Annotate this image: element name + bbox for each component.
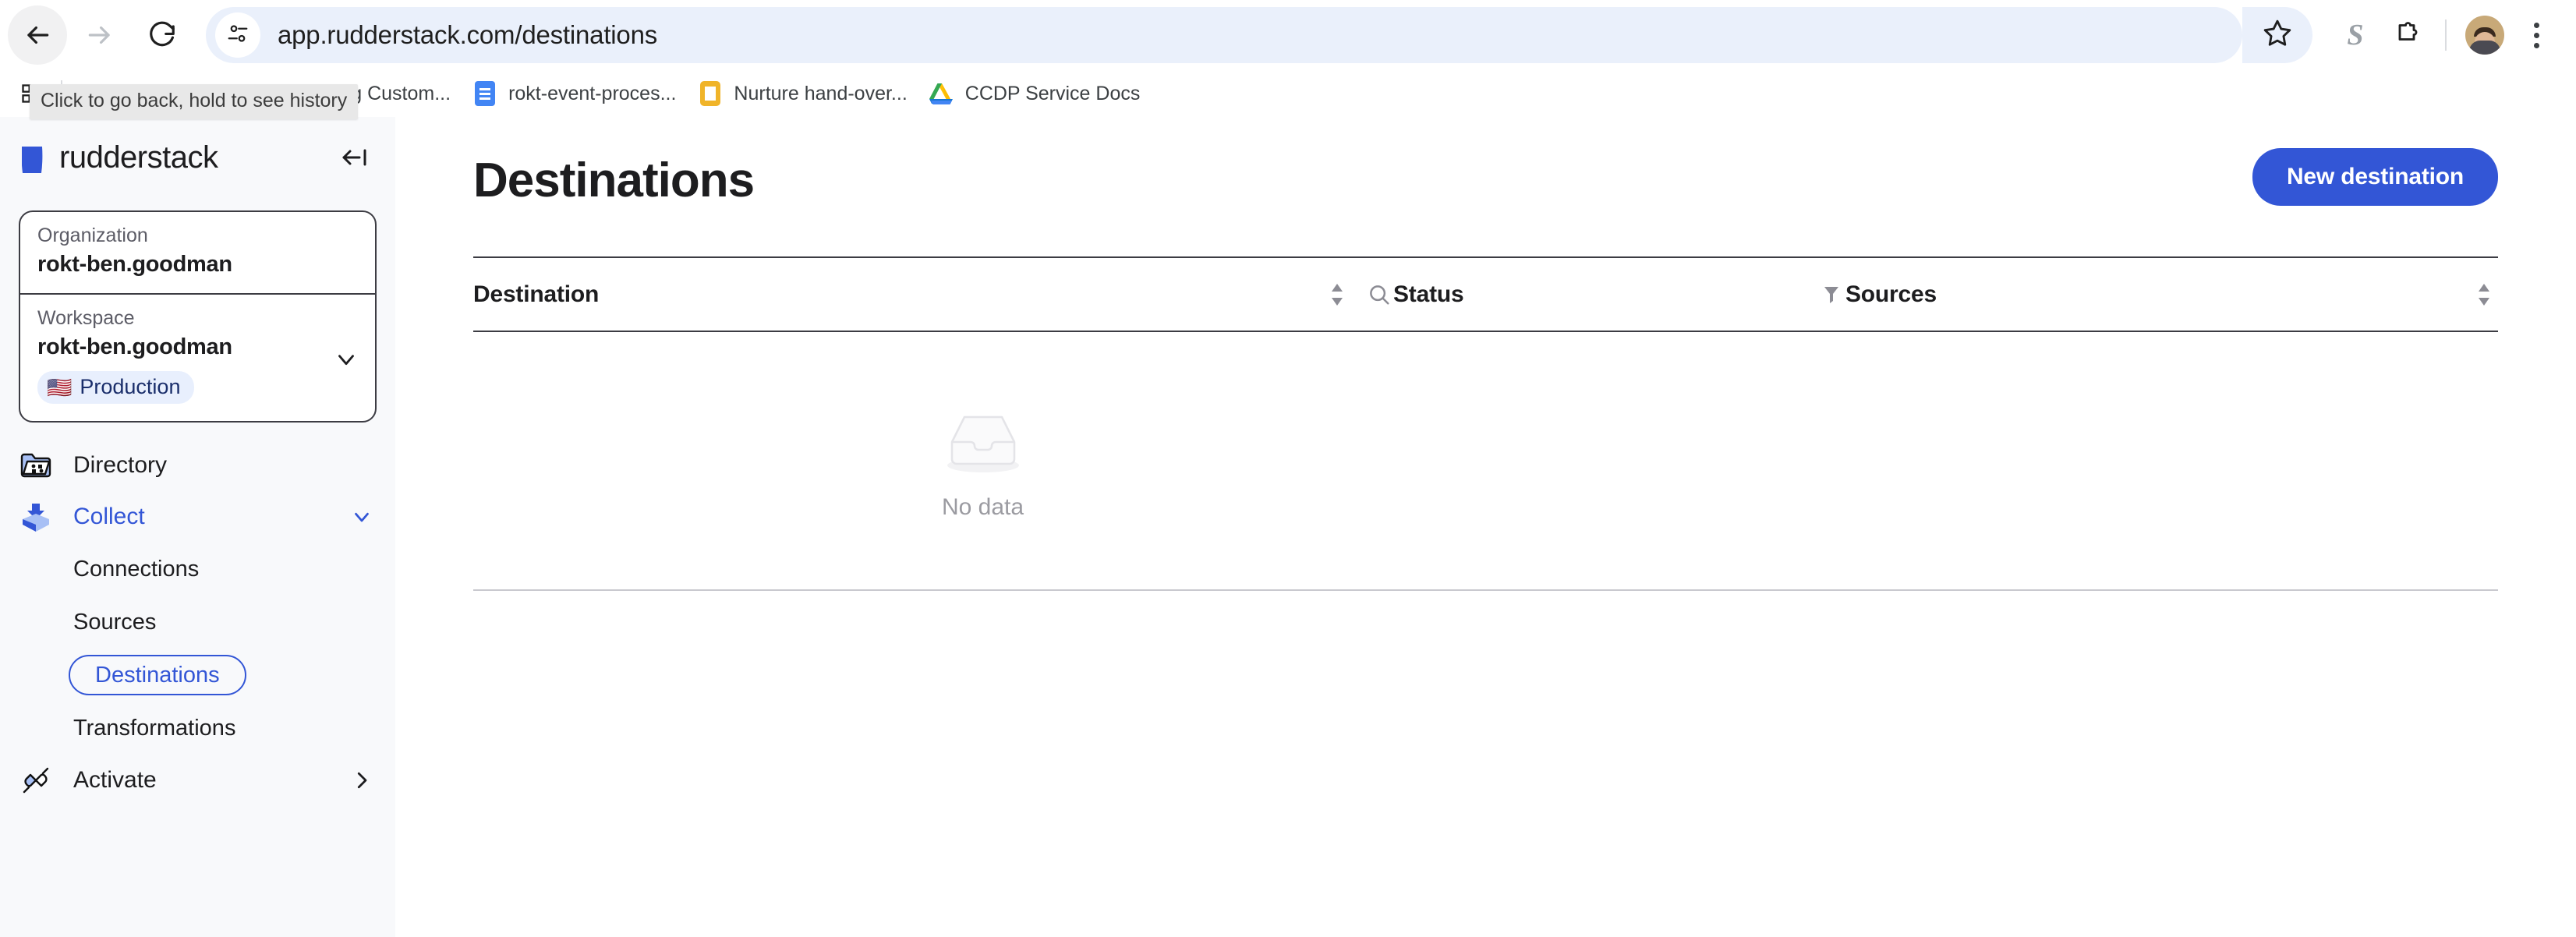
sidebar-selected-pill: Destinations xyxy=(69,655,246,695)
google-drive-favicon xyxy=(929,81,954,106)
browser-chrome: app.rudderstack.com/destinations S Handl… xyxy=(0,0,2576,119)
empty-box-icon xyxy=(933,401,1033,480)
workspace-label: Workspace xyxy=(37,307,135,329)
back-arrow-icon xyxy=(23,20,52,50)
sidebar-item-label: Directory xyxy=(73,452,168,478)
page-title: Destinations xyxy=(473,153,755,207)
us-flag-icon: 🇺🇸 xyxy=(47,375,73,399)
environment-badge: 🇺🇸 Production xyxy=(37,371,195,404)
s-extension-button[interactable]: S xyxy=(2330,9,2381,61)
table-body: No data xyxy=(473,332,2498,589)
sidebar-item-collect[interactable]: Collect xyxy=(0,491,395,543)
site-settings-icon xyxy=(226,22,249,49)
sidebar-item-sources[interactable]: Sources xyxy=(0,596,395,649)
puzzle-piece-icon xyxy=(2393,19,2421,51)
bookmark-item-ccdp[interactable]: CCDP Service Docs xyxy=(918,75,1152,112)
site-info-button[interactable] xyxy=(215,12,260,58)
column-header-status[interactable]: Status xyxy=(1393,258,1845,331)
chevron-down-icon[interactable] xyxy=(333,346,359,373)
google-docs-favicon xyxy=(472,81,497,106)
organization-label: Organization xyxy=(37,225,148,246)
empty-state-text: No data xyxy=(941,493,1024,520)
google-keep-favicon xyxy=(698,81,723,106)
browser-menu-button[interactable] xyxy=(2511,9,2562,61)
back-button-tooltip: Click to go back, hold to see history xyxy=(30,84,359,119)
organization-value: rokt-ben.goodman xyxy=(37,252,232,277)
workspace-block[interactable]: Workspace rokt-ben.goodman 🇺🇸 Production xyxy=(20,295,375,421)
extensions-button[interactable] xyxy=(2381,9,2433,61)
sidebar: rudderstack Organization rokt-ben.goodma… xyxy=(0,117,395,937)
sort-icon[interactable] xyxy=(2470,279,2498,310)
chevron-down-icon[interactable] xyxy=(350,505,373,529)
sidebar-item-label: Collect xyxy=(73,504,145,529)
table-header-row: Destination Status Sources xyxy=(473,258,2498,332)
folder-directory-icon xyxy=(19,448,53,483)
url-text: app.rudderstack.com/destinations xyxy=(278,20,658,49)
column-label: Sources xyxy=(1845,281,1937,307)
chevron-right-icon[interactable] xyxy=(350,769,373,792)
collect-inbox-icon xyxy=(19,500,53,534)
browser-toolbar: app.rudderstack.com/destinations S xyxy=(0,0,2576,70)
s-extension-icon: S xyxy=(2347,19,2364,51)
profile-button[interactable] xyxy=(2459,9,2511,61)
forward-arrow-icon xyxy=(85,20,115,50)
bookmark-item-rokt-event[interactable]: rokt-event-proces... xyxy=(462,75,687,112)
sidebar-subitem-label: Transformations xyxy=(73,715,236,741)
star-icon xyxy=(2263,19,2292,52)
main-content: Destinations New destination Destination xyxy=(395,117,2576,937)
table-bottom-rule xyxy=(473,589,2498,591)
sidebar-subitem-label: Sources xyxy=(73,609,157,635)
page-header: Destinations New destination xyxy=(473,117,2498,220)
three-dot-menu-icon xyxy=(2533,22,2539,48)
bookmark-label: rokt-event-proces... xyxy=(508,82,677,104)
address-bar[interactable]: app.rudderstack.com/destinations xyxy=(206,7,2242,63)
new-destination-button[interactable]: New destination xyxy=(2252,148,2498,206)
bookmark-label: CCDP Service Docs xyxy=(964,82,1141,104)
sidebar-item-directory[interactable]: Directory xyxy=(0,440,395,491)
column-label: Destination xyxy=(473,281,600,307)
column-label: Status xyxy=(1393,281,1464,307)
profile-avatar xyxy=(2465,16,2504,55)
rudderstack-logo-icon xyxy=(19,142,50,195)
sidebar-nav: Directory Collect Connections Sources De… xyxy=(0,440,395,806)
destination-column-tools xyxy=(1323,279,1393,310)
collapse-sidebar-icon[interactable] xyxy=(338,140,372,175)
status-column-tools xyxy=(1817,279,1845,310)
brand-name: rudderstack xyxy=(59,140,218,175)
filter-icon[interactable] xyxy=(1817,279,1845,310)
organization-block[interactable]: Organization rokt-ben.goodman xyxy=(20,212,375,295)
sidebar-item-label: Activate xyxy=(73,767,157,793)
empty-state: No data xyxy=(933,401,1033,521)
bookmark-label: Nurture hand-over... xyxy=(734,82,908,104)
brand-header: rudderstack xyxy=(0,117,395,198)
search-icon[interactable] xyxy=(1365,279,1393,310)
plug-connector-icon xyxy=(19,763,53,797)
bookmark-item-nurture[interactable]: Nurture hand-over... xyxy=(687,75,918,112)
column-header-sources[interactable]: Sources xyxy=(1845,258,2498,331)
environment-name: Production xyxy=(80,375,181,398)
sidebar-subitem-label: Destinations xyxy=(95,662,220,688)
sources-column-tools xyxy=(2470,279,2498,310)
destinations-table: Destination Status Sources No data xyxy=(473,256,2498,591)
forward-button[interactable] xyxy=(70,5,129,65)
org-workspace-card[interactable]: Organization rokt-ben.goodman Workspace … xyxy=(19,210,377,423)
back-button[interactable] xyxy=(8,5,67,65)
reload-icon xyxy=(147,20,177,50)
sidebar-item-transformations[interactable]: Transformations xyxy=(0,702,395,755)
reload-button[interactable] xyxy=(133,5,192,65)
bookmark-button[interactable] xyxy=(2242,7,2312,63)
sidebar-item-destinations[interactable]: Destinations xyxy=(69,649,395,702)
sidebar-item-connections[interactable]: Connections xyxy=(0,543,395,596)
column-header-destination[interactable]: Destination xyxy=(473,258,1393,331)
toolbar-right-group: S xyxy=(2242,7,2576,63)
workspace-value: rokt-ben.goodman xyxy=(37,334,232,359)
sort-icon[interactable] xyxy=(1323,279,1351,310)
sidebar-subitem-label: Connections xyxy=(73,556,200,582)
bookmarks-bar: C Auth0 Login Handling Custom... rokt-ev… xyxy=(0,70,2576,117)
sidebar-item-activate[interactable]: Activate xyxy=(0,755,395,806)
toolbar-divider xyxy=(2445,19,2447,51)
app-page: rudderstack Organization rokt-ben.goodma… xyxy=(0,117,2576,937)
